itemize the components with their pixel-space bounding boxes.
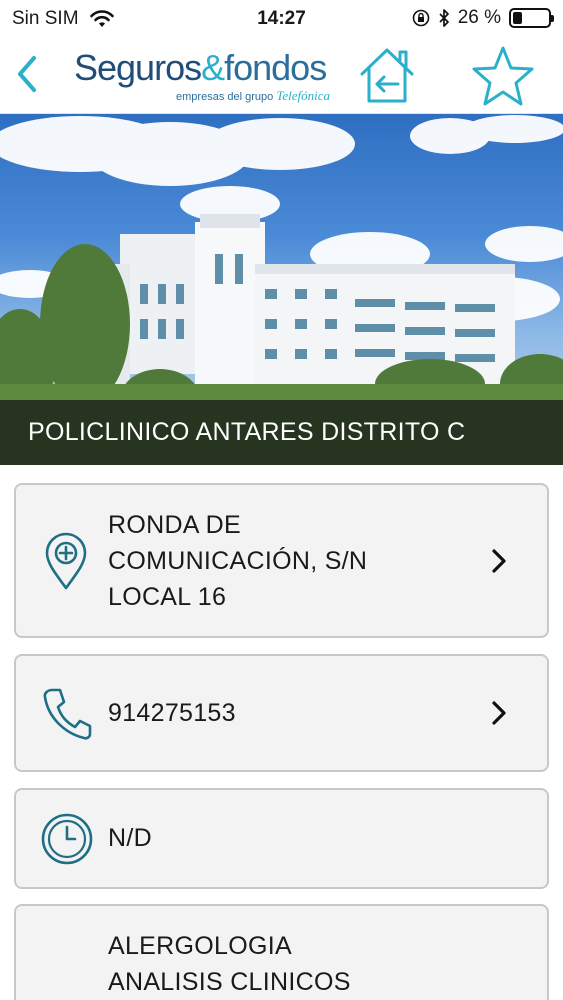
specialty-item: ALERGOLOGIA [108,932,292,960]
phone-icon [43,688,92,740]
logo-word-1: Seguros [74,47,202,88]
logo-wordmark: Seguros&fondos [74,48,336,88]
specialties-list: ALERGOLOGIA ANALISIS CLINICOS [108,928,351,1000]
battery-icon [509,8,554,28]
hours-card: N/D [14,788,549,889]
back-button[interactable] [10,52,46,96]
favorite-button[interactable] [470,44,536,108]
clinic-photo: POLICLINICO ANTARES DISTRITO C [0,114,563,465]
status-bar: Sin SIM 14:27 26 % [0,0,563,38]
battery-percent: 26 % [457,7,501,28]
clinic-name: POLICLINICO ANTARES DISTRITO C [28,418,466,446]
phone-card[interactable]: 914275153 [14,654,549,772]
bluetooth-icon [439,9,449,27]
logo-word-2: fondos [224,47,327,88]
logo-tagline-brand: Telefónica [276,88,330,103]
logo-tagline: empresas del grupo Telefónica [176,88,330,104]
specialties-card: ALERGOLOGIA ANALISIS CLINICOS [14,904,549,1000]
logo-tagline-text: empresas del grupo [176,91,274,103]
status-right: 26 % [412,7,554,29]
clock-icon [41,813,93,865]
star-icon [472,46,534,106]
specialty-item: ANALISIS CLINICOS [108,968,351,996]
home-back-icon [360,48,414,103]
chevron-left-icon [18,56,36,92]
brand-logo: Seguros&fondos empresas del grupo Telefó… [74,48,336,104]
hours-value: N/D [108,824,152,852]
hero-title-bar: POLICLINICO ANTARES DISTRITO C [0,400,563,465]
address-line-1: RONDA DE [108,511,241,539]
logo-ampersand: & [201,47,225,88]
address-text: RONDA DE COMUNICACIÓN, S/N LOCAL 16 [108,507,367,615]
chevron-right-icon [492,701,506,725]
battery-level [513,12,522,24]
address-line-3: LOCAL 16 [108,583,227,611]
chevron-right-icon [492,549,506,573]
phone-number: 914275153 [108,699,236,727]
rotation-lock-icon [412,9,429,27]
nav-bar: Seguros&fondos empresas del grupo Telefó… [0,38,563,114]
location-pin-icon [45,532,87,590]
address-line-2: COMUNICACIÓN, S/N [108,547,368,575]
address-card[interactable]: RONDA DE COMUNICACIÓN, S/N LOCAL 16 [14,483,549,638]
home-button[interactable] [356,44,418,106]
